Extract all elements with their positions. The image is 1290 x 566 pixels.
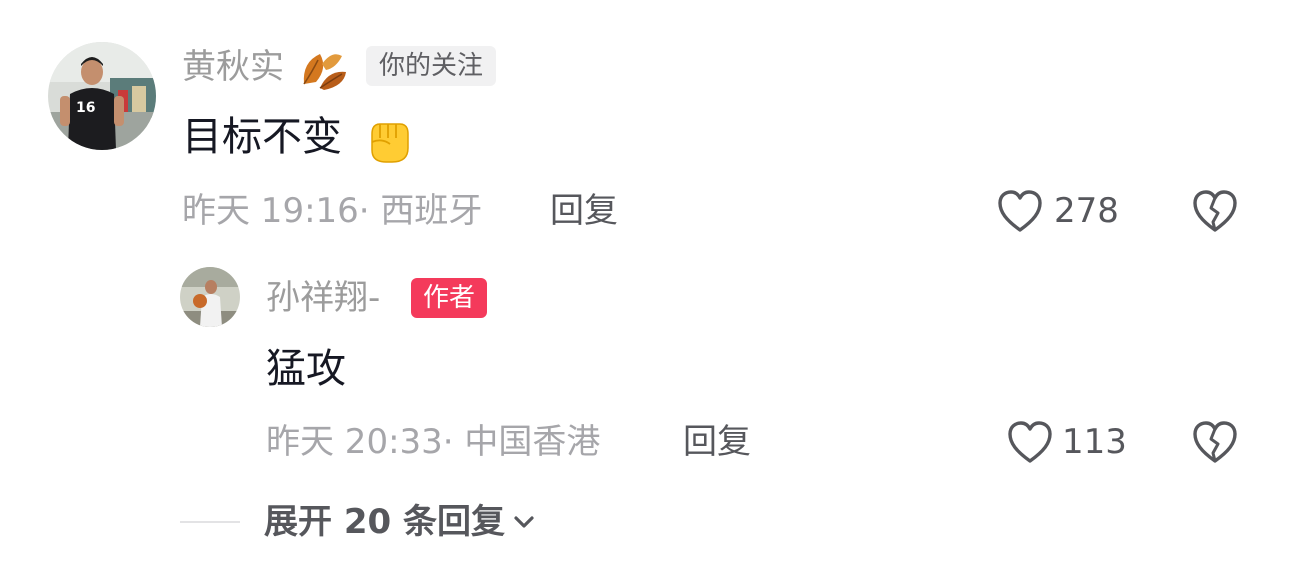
heart-outline-icon[interactable] — [1006, 419, 1054, 465]
follow-badge: 你的关注 — [366, 46, 497, 86]
avatar-photo: 16 — [48, 42, 156, 150]
reply-text: 猛攻 — [266, 346, 346, 392]
comment-text: 目标不变 — [182, 114, 342, 160]
raised-fist-emoji — [362, 112, 416, 166]
autumn-leaf-icon — [298, 44, 350, 92]
expand-divider — [180, 521, 240, 523]
comment-location: 西班牙 — [380, 191, 483, 231]
reply-meta: 昨天 20:33· 中国香港 — [266, 421, 600, 463]
reply-button[interactable]: 回复 — [683, 421, 751, 463]
avatar-jersey-number: 16 — [76, 100, 95, 116]
commenter-username[interactable]: 黄秋实 — [182, 47, 284, 87]
reply-location: 中国香港 — [464, 422, 601, 462]
comment-time: 昨天 19:16 — [182, 191, 359, 231]
broken-heart-outline-icon[interactable] — [1191, 419, 1239, 465]
author-badge: 作者 — [411, 278, 488, 318]
author-avatar[interactable] — [180, 267, 240, 327]
broken-heart-outline-icon[interactable] — [1191, 188, 1239, 234]
chevron-down-icon — [511, 502, 537, 546]
meta-separator: · — [442, 422, 465, 462]
like-count: 113 — [1062, 422, 1127, 462]
avatar-photo — [180, 267, 240, 327]
expand-replies-button[interactable]: 展开 20 条回复 — [264, 500, 537, 546]
author-username[interactable]: 孙祥翔- — [266, 278, 380, 318]
heart-outline-icon[interactable] — [996, 188, 1044, 234]
expand-replies-label: 展开 20 条回复 — [264, 502, 505, 542]
reply-time: 昨天 20:33 — [266, 422, 443, 462]
like-count: 278 — [1054, 191, 1119, 231]
comment-meta: 昨天 19:16· 西班牙 — [182, 190, 482, 232]
commenter-avatar[interactable]: 16 — [48, 42, 156, 150]
meta-separator: · — [358, 191, 381, 231]
reply-button[interactable]: 回复 — [550, 190, 618, 232]
